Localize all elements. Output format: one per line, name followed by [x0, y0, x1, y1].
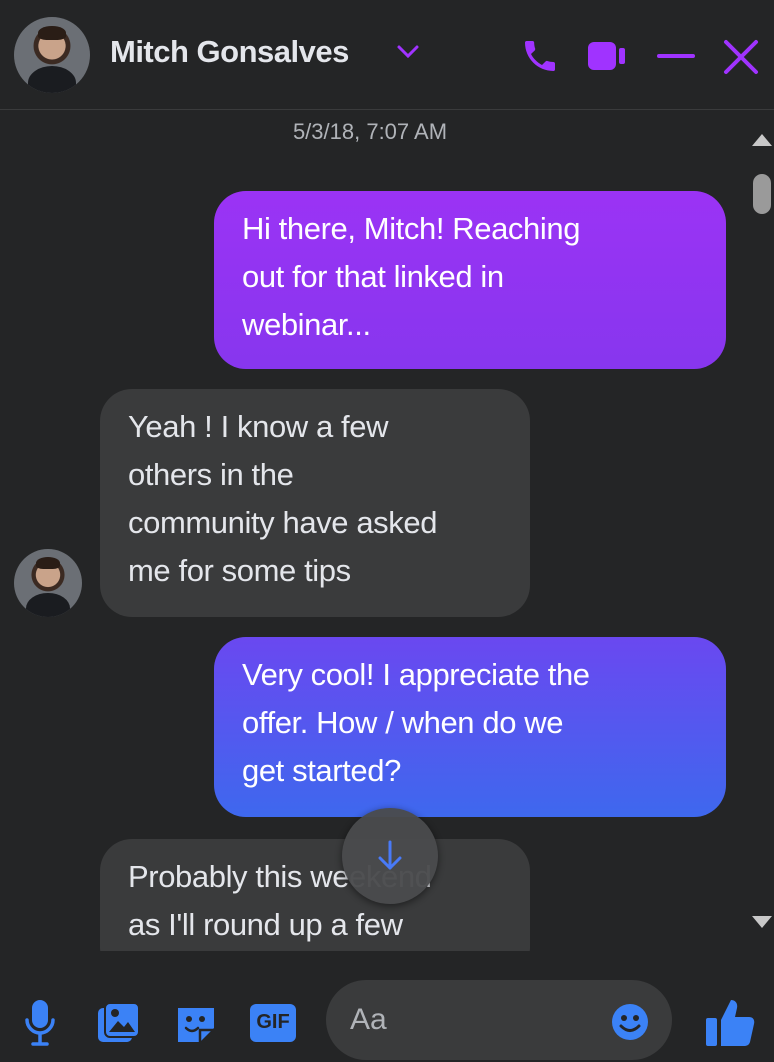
contact-name[interactable]: Mitch Gonsalves [110, 34, 349, 70]
sender-avatar[interactable] [14, 549, 82, 617]
scrollbar-thumb[interactable] [753, 174, 771, 214]
microphone-icon[interactable] [24, 998, 56, 1048]
scroll-up-arrow[interactable] [752, 134, 772, 146]
video-camera-icon[interactable] [586, 38, 630, 74]
incoming-message[interactable]: Probably this weekend as I'll round up a… [100, 839, 530, 951]
photo-icon[interactable] [96, 1002, 142, 1044]
phone-icon[interactable] [520, 36, 560, 76]
outgoing-message[interactable]: Very cool! I appreciate the offer. How /… [214, 637, 726, 817]
message-timestamp: 5/3/18, 7:07 AM [292, 119, 448, 144]
contact-avatar[interactable] [14, 17, 90, 93]
emoji-icon[interactable] [610, 1002, 650, 1042]
chevron-down-icon[interactable] [396, 44, 420, 60]
gif-icon[interactable]: GIF [250, 1004, 296, 1042]
scroll-down-arrow[interactable] [752, 916, 772, 928]
arrow-down-icon [378, 840, 402, 870]
scroll-to-bottom-button[interactable] [342, 808, 438, 904]
minimize-icon[interactable] [656, 40, 696, 72]
thumbs-up-icon[interactable] [704, 996, 756, 1048]
sticker-icon[interactable] [174, 1002, 218, 1046]
outgoing-message[interactable]: Hi there, Mitch! Reaching out for that l… [214, 191, 726, 369]
close-icon[interactable] [722, 38, 760, 76]
incoming-message[interactable]: Yeah ! I know a few others in the commun… [100, 389, 530, 617]
gif-label: GIF [256, 1011, 290, 1033]
chat-header: Mitch Gonsalves [0, 0, 774, 110]
